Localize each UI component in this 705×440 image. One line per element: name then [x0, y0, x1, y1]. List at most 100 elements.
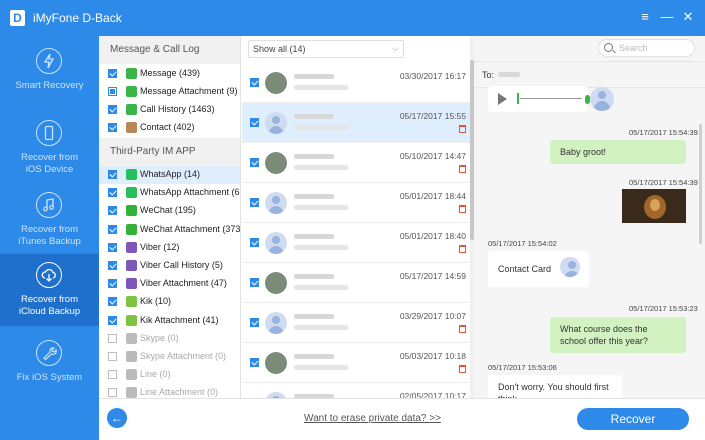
row-checkbox[interactable]	[250, 278, 259, 287]
category-checkbox[interactable]	[108, 206, 117, 216]
contact-name-blurred	[294, 154, 334, 159]
search-icon	[604, 43, 613, 52]
sidebar-item-fix-ios[interactable]: Fix iOS System	[0, 332, 99, 404]
category-item[interactable]: Viber Attachment (47)	[99, 275, 240, 293]
category-checkbox[interactable]	[108, 297, 117, 307]
category-label: Message Attachment (9)	[140, 86, 238, 96]
sidebar-item-itunes-backup[interactable]: Recover from iTunes Backup	[0, 184, 99, 256]
sidebar-item-smart-recovery[interactable]: Smart Recovery	[0, 40, 99, 112]
photo-attachment[interactable]	[622, 189, 686, 223]
list-item[interactable]: 05/01/2017 18:44	[242, 183, 473, 223]
category-checkbox[interactable]	[108, 87, 117, 96]
category-item[interactable]: Line (0)	[99, 366, 240, 384]
category-checkbox[interactable]	[108, 370, 117, 380]
conversation-pane: Search To: 05/17/2017 15:54:39 Baby groo…	[474, 36, 705, 398]
list-item[interactable]: 05/01/2017 18:40	[242, 223, 473, 263]
category-app-icon	[126, 223, 137, 235]
avatar	[265, 112, 287, 134]
avatar	[265, 312, 287, 334]
category-checkbox[interactable]	[108, 123, 117, 132]
list-item[interactable]: 05/17/2017 15:55	[242, 103, 473, 143]
category-item[interactable]: Message (439)	[99, 65, 240, 83]
category-item[interactable]: Kik Attachment (41)	[99, 312, 240, 330]
category-app-icon	[126, 122, 137, 133]
close-icon[interactable]: ✕	[680, 9, 696, 25]
erase-private-data-link[interactable]: Want to erase private data? >>	[304, 413, 441, 424]
wrench-icon	[36, 340, 62, 366]
list-item[interactable]: 02/05/2017 10:17	[242, 383, 473, 398]
category-item[interactable]: Call History (1463)	[99, 101, 240, 119]
category-checkbox[interactable]	[108, 388, 117, 398]
category-checkbox[interactable]	[108, 352, 117, 361]
category-item[interactable]: Contact (402)	[99, 119, 240, 137]
message-bubble-incoming: Don't worry. You should first think	[488, 375, 622, 398]
row-checkbox[interactable]	[250, 318, 259, 327]
conversation-scrollbar[interactable]	[699, 124, 702, 244]
category-app-icon	[126, 86, 137, 97]
category-label: Line (0)	[140, 369, 171, 380]
category-label: Skype (0)	[140, 332, 179, 343]
list-item[interactable]: 03/29/2017 10:07	[242, 303, 473, 343]
message-preview-blurred	[294, 285, 348, 290]
category-item[interactable]: WhatsApp (14)	[99, 166, 240, 184]
contact-name-blurred	[294, 314, 334, 319]
category-item[interactable]: Skype (0)	[99, 330, 240, 348]
category-app-icon	[126, 332, 137, 344]
category-checkbox[interactable]	[108, 261, 117, 270]
category-checkbox[interactable]	[108, 105, 117, 114]
category-checkbox[interactable]	[108, 279, 117, 289]
filter-dropdown[interactable]: Show all (14) ⌵	[248, 40, 404, 58]
row-checkbox[interactable]	[250, 198, 259, 207]
category-app-icon	[126, 68, 137, 79]
category-item[interactable]: Skype Attachment (0)	[99, 348, 240, 366]
menu-icon[interactable]: ≡	[637, 9, 653, 25]
music-icon	[36, 192, 62, 218]
row-checkbox[interactable]	[250, 238, 259, 247]
section-header: Message & Call Log	[99, 36, 240, 64]
row-checkbox[interactable]	[250, 358, 259, 367]
search-input[interactable]: Search	[598, 39, 695, 57]
category-app-icon	[126, 104, 137, 115]
category-label: WhatsApp (14)	[140, 169, 201, 179]
trash-icon	[459, 125, 466, 133]
message-preview-blurred	[294, 125, 348, 130]
category-checkbox[interactable]	[108, 333, 117, 343]
play-icon[interactable]	[498, 93, 507, 105]
category-checkbox[interactable]	[108, 188, 117, 198]
category-item[interactable]: Message Attachment (9)	[99, 83, 240, 101]
audio-progress-bar	[520, 98, 582, 99]
category-item[interactable]: Line Attachment (0)	[99, 384, 240, 398]
list-item[interactable]: 05/17/2017 14:59	[242, 263, 473, 303]
row-checkbox[interactable]	[250, 78, 259, 87]
list-item[interactable]: 03/30/2017 16:17	[242, 63, 473, 103]
sidebar-item-label: Smart Recovery	[15, 80, 84, 91]
recover-button[interactable]: Recover	[577, 408, 689, 430]
row-checkbox[interactable]	[250, 158, 259, 167]
category-checkbox[interactable]	[108, 170, 117, 179]
back-button[interactable]: ←	[107, 408, 127, 428]
category-item[interactable]: WeChat (195)	[99, 202, 240, 220]
category-checkbox[interactable]	[108, 224, 117, 234]
list-item[interactable]: 05/10/2017 14:47	[242, 143, 473, 183]
category-item[interactable]: Viber (12)	[99, 239, 240, 257]
contact-name-blurred	[294, 114, 334, 119]
category-item[interactable]: WeChat Attachment (37368)	[99, 221, 240, 239]
sidebar-item-label: Recover from	[20, 294, 78, 305]
category-checkbox[interactable]	[108, 315, 117, 325]
avatar	[265, 232, 287, 254]
category-checkbox[interactable]	[108, 242, 117, 252]
category-checkbox[interactable]	[108, 69, 117, 78]
row-checkbox[interactable]	[250, 118, 259, 127]
category-item[interactable]: Viber Call History (5)	[99, 257, 240, 275]
category-item[interactable]: Kik (10)	[99, 293, 240, 311]
avatar	[265, 152, 287, 174]
list-item[interactable]: 05/03/2017 10:18	[242, 343, 473, 383]
category-item[interactable]: WhatsApp Attachment (619)	[99, 184, 240, 202]
audio-message[interactable]	[488, 86, 590, 112]
category-app-icon	[126, 296, 137, 308]
message-date: 05/01/2017 18:40	[399, 231, 466, 241]
minimize-icon[interactable]: —	[659, 9, 675, 25]
message-timestamp: 05/17/2017 15:54:02	[488, 239, 557, 248]
sidebar-item-icloud-backup[interactable]: Recover from iCloud Backup	[0, 254, 99, 326]
sidebar-item-ios-device[interactable]: Recover from iOS Device	[0, 112, 99, 184]
